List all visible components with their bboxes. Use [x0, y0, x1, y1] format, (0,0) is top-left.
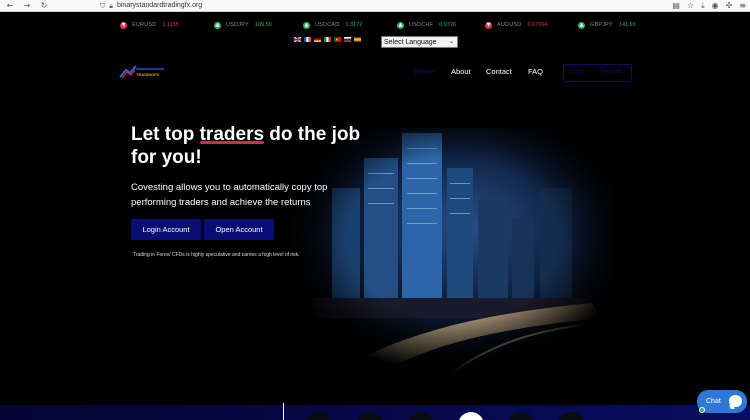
ticker-symbol: GBPJPY	[590, 22, 613, 28]
address-bar[interactable]: ⛉ 🔒︎ binarystandardtradingfx.org	[100, 1, 620, 11]
ticker-item: ▲ USDCAD 1.3172	[303, 19, 362, 31]
menu-icon[interactable]: ≡	[739, 0, 746, 12]
nav-contact[interactable]: Contact	[486, 67, 512, 76]
ticker-item: ▼ AUDUSD 0.67064	[485, 19, 547, 31]
language-select-label: Select Language	[384, 38, 437, 46]
chat-label: Chat	[706, 398, 721, 405]
browser-toolbar: ← → ↻ ⛉ 🔒︎ binarystandardtradingfx.org ▤…	[0, 0, 750, 12]
hero-title-highlight: traders	[199, 124, 265, 145]
portuguese-flag-icon[interactable]	[334, 37, 341, 42]
ticker-value: 0.67064	[527, 22, 548, 28]
hero-subtitle: Covesting allows you to automatically co…	[131, 182, 328, 208]
shield-icon[interactable]: ⛉	[100, 1, 105, 11]
forward-icon[interactable]: →	[21, 0, 33, 11]
account-icon[interactable]: ◉	[712, 0, 719, 12]
chevron-down-icon: ⌄	[448, 38, 454, 45]
online-status-icon	[699, 407, 705, 413]
arrow-up-icon: ▲	[303, 21, 310, 29]
french-flag-icon[interactable]	[304, 37, 311, 42]
arrow-down-icon: ▼	[485, 21, 492, 29]
url-text[interactable]: binarystandardtradingfx.org	[117, 1, 202, 11]
login-label: Login	[570, 69, 585, 75]
divider	[283, 403, 284, 420]
ticker-value: 1.1155	[162, 22, 179, 28]
lock-icon[interactable]: 🔒︎	[109, 1, 113, 11]
ticker-value: 141.91	[618, 22, 636, 28]
russian-flag-icon[interactable]	[344, 37, 351, 42]
ticker-item: ▲ GBPJPY 141.91	[578, 19, 636, 31]
english-flag-icon[interactable]	[294, 37, 301, 42]
browser-actions: ▤ ☆ ⤓ ◉ ✣ ≡	[665, 0, 746, 12]
extensions-icon[interactable]: ✣	[726, 0, 733, 12]
language-flags	[294, 37, 364, 42]
risk-disclaimer: Trading in Forex/ CFDs is highly specula…	[133, 252, 300, 258]
back-icon[interactable]: ←	[4, 0, 16, 11]
download-icon[interactable]: ⤓	[701, 0, 705, 12]
nav-about[interactable]: About	[451, 67, 471, 76]
login-account-button[interactable]: Login Account	[131, 219, 201, 240]
chat-bubble-icon	[729, 395, 742, 407]
german-flag-icon[interactable]	[314, 37, 321, 42]
page: ← → ↻ ⛉ 🔒︎ binarystandardtradingfx.org ▤…	[0, 0, 750, 420]
language-select[interactable]: Select Language ⌄	[381, 36, 458, 48]
reader-icon[interactable]: ▤	[672, 0, 680, 12]
italian-flag-icon[interactable]	[324, 37, 331, 42]
logo-text: TRADINGFX	[136, 72, 160, 77]
login-button[interactable]: Login Register	[563, 64, 632, 82]
ticker-item: ▲ USDCHF 0.9776	[397, 19, 456, 31]
ticker-symbol: USDCAD	[315, 22, 340, 28]
ticker-item: ▲ USDJPY 109.59	[214, 19, 272, 31]
register-label[interactable]: Register	[601, 69, 623, 75]
ticker-symbol: USDCHF	[409, 22, 434, 28]
arrow-up-icon: ▲	[397, 21, 404, 29]
ticker-value: 1.3172	[345, 22, 363, 28]
nav-home[interactable]: Home	[414, 67, 434, 76]
spanish-flag-icon[interactable]	[354, 37, 361, 42]
hero-title: Let top traders do the job for you!	[131, 123, 361, 169]
hero-title-pre: Let top	[131, 124, 200, 145]
arrow-up-icon: ▲	[214, 21, 221, 29]
ticker-value: 109.59	[254, 22, 272, 28]
ticker-symbol: USDJPY	[226, 22, 249, 28]
arrow-up-icon: ▲	[578, 21, 585, 29]
star-icon[interactable]: ☆	[687, 0, 694, 12]
ticker-symbol: AUDUSD	[497, 22, 522, 28]
ticker-item: ▼ EURUSD 1.1155	[120, 19, 179, 31]
open-account-button[interactable]: Open Account	[204, 219, 274, 240]
nav-faq[interactable]: FAQ	[528, 67, 543, 76]
reload-icon[interactable]: ↻	[38, 0, 50, 11]
ticker-value: 0.9776	[439, 22, 456, 28]
arrow-down-icon: ▼	[120, 21, 127, 29]
ticker-symbol: EURUSD	[132, 22, 157, 28]
price-ticker: ▼ EURUSD 1.1155 ▲ USDJPY 109.59 ▲ USDCAD…	[120, 19, 640, 31]
